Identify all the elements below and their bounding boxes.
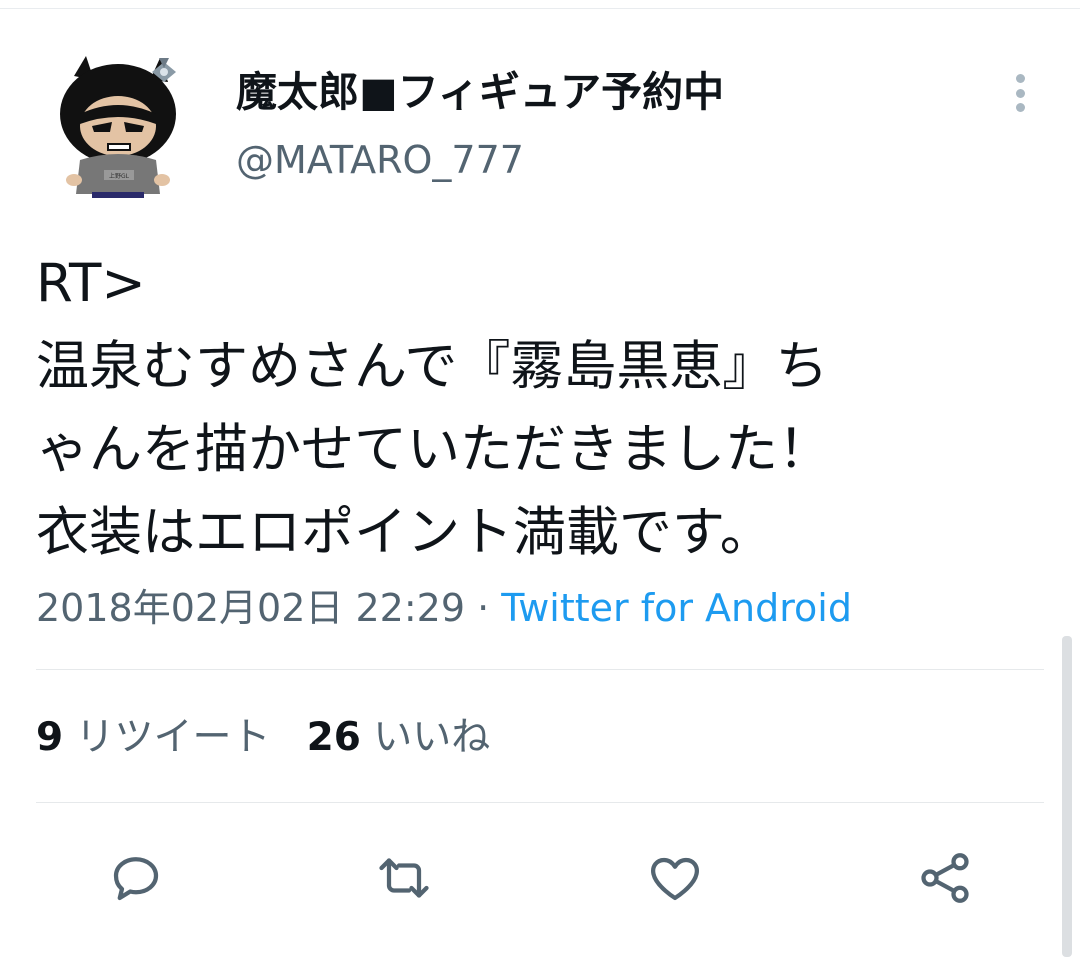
scrollbar[interactable]	[1062, 636, 1072, 957]
divider	[36, 802, 1044, 803]
tweet-text: RT> 温泉むすめさんで『霧島黒恵』ち ゃんを描かせていただきました！ 衣装はエ…	[36, 253, 831, 563]
retweet-button[interactable]	[372, 846, 436, 910]
display-name[interactable]: 魔太郎■フィギュア予約中	[236, 64, 724, 120]
share-icon	[921, 853, 969, 903]
divider	[36, 669, 1044, 670]
like-label: いいね	[373, 715, 491, 760]
more-vertical-icon[interactable]	[1000, 70, 1040, 116]
tweet-meta: 2018年02月02日 22:29 · Twitter for Android	[36, 582, 852, 634]
avatar[interactable]: 上野GL	[52, 52, 192, 202]
reply-icon	[113, 857, 159, 901]
like-button[interactable]	[643, 846, 707, 910]
retweet-icon	[379, 858, 429, 898]
reply-button[interactable]	[104, 846, 168, 910]
tweet-timestamp[interactable]: 2018年02月02日 22:29	[36, 586, 465, 630]
meta-separator: ·	[465, 586, 502, 630]
like-stat[interactable]: 26 いいね	[307, 715, 491, 760]
svg-text:上野GL: 上野GL	[109, 172, 130, 180]
share-button[interactable]	[913, 846, 977, 910]
tweet-stats: 9 リツイート 26 いいね	[36, 712, 490, 764]
tweet-detail-page: 上野GL 魔太郎■フィギュア予約中 @MATARO_777 RT> 温泉むすめさ…	[0, 0, 1080, 957]
like-count: 26	[306, 715, 361, 760]
retweet-stat[interactable]: 9 リツイート	[36, 715, 271, 760]
retweet-label: リツイート	[75, 715, 271, 760]
tweet-source-link[interactable]: Twitter for Android	[501, 586, 852, 630]
user-handle[interactable]: @MATARO_777	[236, 134, 524, 186]
retweet-count: 9	[36, 715, 64, 760]
heart-icon	[651, 857, 699, 901]
top-divider	[0, 8, 1080, 9]
